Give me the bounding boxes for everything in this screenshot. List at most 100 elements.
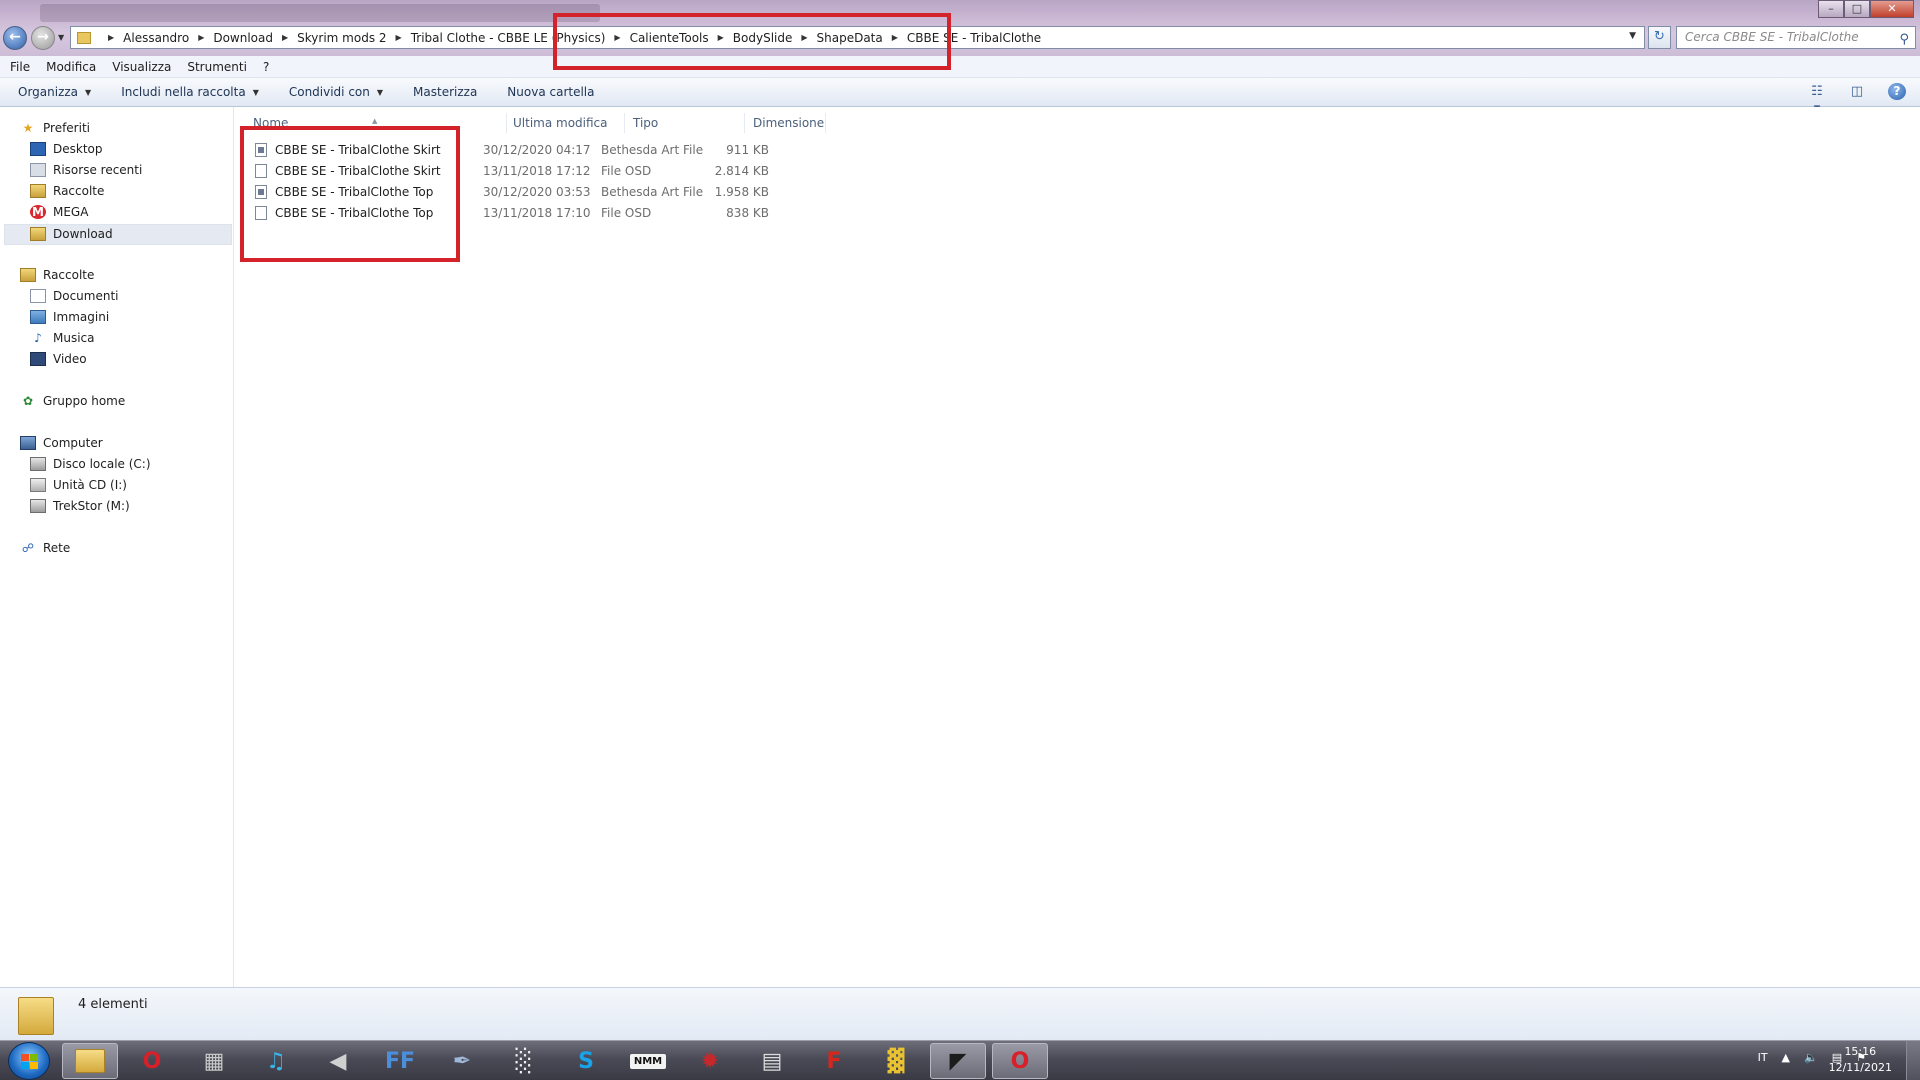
maximize-button[interactable]: □	[1844, 0, 1870, 18]
nav-homegroup[interactable]: ✿ Gruppo home	[20, 391, 125, 411]
taskbar-music-app-button[interactable]: ♫	[248, 1043, 304, 1079]
nav-video[interactable]: Video	[30, 349, 87, 369]
recent-places-icon	[30, 163, 46, 177]
taskbar-dark-app-button[interactable]: ◤	[930, 1043, 986, 1079]
clock[interactable]: 15:16 12/11/2021	[1829, 1044, 1892, 1076]
language-indicator[interactable]: IT	[1758, 1051, 1768, 1064]
menu-edit[interactable]: Modifica	[46, 60, 96, 74]
clock-time: 15:16	[1844, 1045, 1877, 1058]
search-placeholder: Cerca CBBE SE - TribalClothe	[1685, 30, 1859, 44]
chevron-right-icon[interactable]: ▶	[108, 33, 114, 42]
file-type: Bethesda Art File	[601, 185, 704, 199]
command-bar: Organizza ▼ Includi nella raccolta ▼ Condi…	[0, 78, 1920, 116]
file-type: Bethesda Art File	[601, 143, 704, 157]
taskbar-opera-2-button[interactable]: O	[992, 1043, 1048, 1079]
taskbar-quill-app-button[interactable]: ✒	[434, 1043, 490, 1079]
taskbar-chart-app-button[interactable]: ▓	[868, 1043, 924, 1079]
column-header-modified[interactable]: Ultima modifica	[507, 113, 625, 133]
preview-pane-icon[interactable]: ◫	[1848, 83, 1866, 100]
breadcrumb-skyrim-mods-2[interactable]: Skyrim mods 2	[297, 31, 386, 45]
taskbar-nmm-button[interactable]: NMM	[620, 1043, 676, 1079]
nav-libraries-favorite[interactable]: Raccolte	[30, 181, 104, 201]
nav-computer[interactable]: Computer	[20, 433, 103, 453]
menu-tools[interactable]: Strumenti	[187, 60, 247, 74]
show-desktop-button[interactable]	[1906, 1041, 1920, 1080]
nav-favorites[interactable]: ★ Preferiti	[20, 118, 90, 138]
back-button[interactable]: ←	[3, 26, 27, 50]
file-modified: 30/12/2020 04:17	[483, 143, 591, 157]
nav-documents[interactable]: Documenti	[30, 286, 119, 306]
file-size: 838 KB	[726, 206, 769, 220]
nav-download[interactable]: Download	[30, 224, 113, 244]
download-folder-icon	[30, 227, 46, 241]
taskbar-utility-app-button[interactable]: ░	[496, 1043, 552, 1079]
music-app-icon: ♫	[266, 1048, 286, 1074]
libraries-icon	[20, 268, 36, 282]
background-window-titles	[40, 4, 600, 22]
taskbar-ffdec-button[interactable]: FF	[372, 1043, 428, 1079]
chevron-right-icon[interactable]: ▶	[396, 33, 402, 42]
close-button[interactable]: ✕	[1870, 0, 1914, 18]
refresh-button[interactable]: ↻	[1648, 26, 1671, 49]
chevron-down-icon: ▼	[252, 87, 259, 97]
menu-help[interactable]: ?	[263, 60, 269, 74]
dark-app-icon: ◤	[949, 1048, 967, 1074]
nav-mega-label: MEGA	[53, 205, 89, 219]
organize-label: Organizza	[18, 85, 79, 99]
search-input[interactable]: Cerca CBBE SE - TribalClothe ⚲	[1676, 26, 1916, 49]
nav-network[interactable]: ☍ Rete	[20, 538, 70, 558]
menu-view[interactable]: Visualizza	[112, 60, 171, 74]
nav-local-disk[interactable]: Disco locale (C:)	[30, 454, 151, 474]
nav-computer-label: Computer	[43, 436, 103, 450]
recent-pages-chevron-icon[interactable]: ▼	[58, 33, 64, 42]
share-with-button[interactable]: Condividi con ▼	[289, 85, 383, 99]
taskbar-media-app-button[interactable]: ▦	[186, 1043, 242, 1079]
pictures-icon	[30, 310, 46, 324]
menu-file[interactable]: File	[10, 60, 30, 74]
nav-mega[interactable]: M MEGA	[30, 202, 88, 222]
file-size: 2.814 KB	[714, 164, 769, 178]
organize-button[interactable]: Organizza ▼	[18, 85, 91, 99]
taskbar-audio-app-button[interactable]: ◀	[310, 1043, 366, 1079]
nav-libraries[interactable]: Raccolte	[20, 265, 94, 285]
taskbar-window-app-button[interactable]: ▤	[744, 1043, 800, 1079]
start-button[interactable]	[8, 1042, 50, 1080]
file-modified: 30/12/2020 03:53	[483, 185, 591, 199]
nav-libraries-label: Raccolte	[43, 268, 95, 282]
nav-trekstor[interactable]: TrekStor (M:)	[30, 496, 130, 516]
ffdec-icon: FF	[384, 1048, 416, 1074]
include-in-library-button[interactable]: Includi nella raccolta ▼	[121, 85, 259, 99]
burn-button[interactable]: Masterizza	[413, 85, 477, 99]
taskbar-gear-app-button[interactable]: ✹	[682, 1043, 738, 1079]
address-history-chevron-icon[interactable]: ▼	[1629, 31, 1636, 41]
taskbar-skype-button[interactable]: S	[558, 1043, 614, 1079]
column-header-size[interactable]: Dimensione	[745, 113, 826, 133]
nav-recent-places[interactable]: Risorse recenti	[30, 160, 142, 180]
nav-documents-label: Documenti	[53, 289, 119, 303]
change-view-icon[interactable]: ☷ ▾	[1808, 83, 1826, 116]
nav-cd-drive[interactable]: Unità CD (I:)	[30, 475, 127, 495]
mega-icon: M	[30, 205, 46, 219]
nav-trekstor-label: TrekStor (M:)	[53, 499, 130, 513]
annotation-highlight-files	[240, 126, 460, 262]
forward-button[interactable]: →	[31, 26, 55, 50]
nav-music[interactable]: ♪ Musica	[30, 328, 94, 348]
help-icon[interactable]: ?	[1888, 83, 1906, 100]
chevron-right-icon[interactable]: ▶	[282, 33, 288, 42]
volume-icon[interactable]: 🔈	[1804, 1051, 1818, 1064]
computer-icon	[20, 436, 36, 450]
chevron-right-icon[interactable]: ▶	[198, 33, 204, 42]
taskbar-opera-button[interactable]: O	[124, 1043, 180, 1079]
column-header-type[interactable]: Tipo	[625, 113, 745, 133]
new-folder-button[interactable]: Nuova cartella	[507, 85, 594, 99]
taskbar-explorer-button[interactable]	[62, 1043, 118, 1079]
breadcrumb-alessandro[interactable]: Alessandro	[123, 31, 189, 45]
nav-pictures[interactable]: Immagini	[30, 307, 109, 327]
show-hidden-icons-icon[interactable]: ▲	[1782, 1051, 1790, 1064]
breadcrumb-download[interactable]: Download	[213, 31, 273, 45]
nav-desktop[interactable]: Desktop	[30, 139, 103, 159]
documents-icon	[30, 289, 46, 303]
minimize-button[interactable]: –	[1818, 0, 1844, 18]
taskbar-f-app-button[interactable]: F	[806, 1043, 862, 1079]
search-icon[interactable]: ⚲	[1899, 29, 1909, 50]
